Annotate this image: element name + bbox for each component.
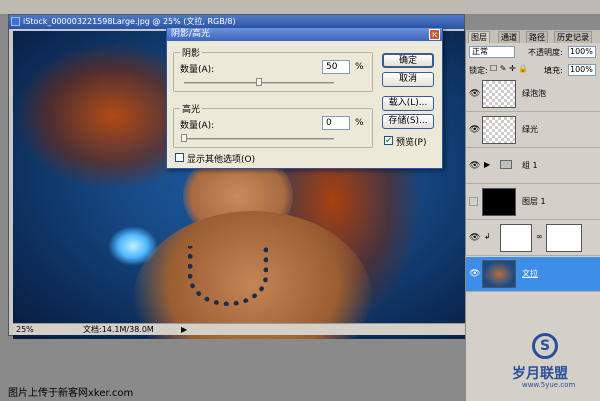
shadows-amount-input[interactable]: 50	[322, 60, 350, 74]
adjustment-thumbnail	[500, 224, 532, 252]
eye-icon[interactable]: 👁	[469, 161, 480, 171]
shadows-unit: %	[355, 62, 364, 72]
status-arrow-icon[interactable]: ▶	[181, 324, 187, 336]
group-expand-triangle-icon[interactable]: ▶	[484, 160, 490, 169]
blend-mode-select[interactable]: 正常	[469, 46, 515, 58]
photoshop-icon	[11, 17, 20, 26]
tab-channels[interactable]: 通道	[498, 31, 520, 43]
layer-thumbnail	[482, 260, 516, 288]
close-icon[interactable]: ×	[429, 29, 440, 40]
preview-label[interactable]: 预览(P)	[396, 135, 426, 148]
layer-row[interactable]: 👁 ↲ ∞	[466, 221, 600, 256]
clip-arrow-icon: ↲	[484, 232, 491, 241]
document-title: iStock_000003221598Large.jpg @ 25% (文拉, …	[23, 17, 236, 26]
save-button[interactable]: 存储(S)...	[382, 114, 434, 129]
shadows-group: 阴影 数量(A): 50 %	[173, 46, 373, 92]
layer-name: 绿光	[522, 125, 538, 134]
footer-caption: 图片上传于新客网xker.com	[8, 388, 134, 399]
doc-size-info[interactable]: 文档:14.1M/38.0M	[83, 324, 154, 336]
layer-row[interactable]: 👁 绿光	[466, 113, 600, 148]
glow-shape	[108, 226, 158, 266]
folder-icon	[500, 160, 512, 169]
layer-row[interactable]: 👁 ▶ 组 1	[466, 149, 600, 184]
layer-row[interactable]: 图层 1	[466, 185, 600, 220]
lock-label: 锁定:	[469, 66, 488, 75]
highlights-amount-input[interactable]: 0	[322, 116, 350, 130]
layer-name: 图层 1	[522, 197, 546, 206]
eye-icon[interactable]: 👁	[469, 89, 480, 99]
shadows-amount-label: 数量(A):	[180, 65, 215, 75]
dialog-title: 阴影/高光	[171, 29, 211, 39]
shadows-legend: 阴影	[180, 46, 203, 59]
layer-thumbnail	[482, 188, 516, 216]
opacity-label: 不透明度:	[528, 48, 563, 57]
layer-row[interactable]: 👁 绿泡泡	[466, 77, 600, 112]
preview-checkbox[interactable]: ✔	[384, 136, 393, 145]
load-button[interactable]: 载入(L)...	[382, 96, 434, 111]
highlights-group: 高光 数量(A): 0 %	[173, 102, 373, 148]
lock-icons[interactable]: ☐ ✎ ✛ 🔒	[490, 64, 528, 73]
show-more-options-checkbox[interactable]	[175, 153, 184, 162]
watermark-text: 岁月联盟	[512, 366, 568, 382]
mask-thumbnail	[546, 224, 582, 252]
eye-icon[interactable]: 👁	[469, 233, 480, 243]
chain-icon: ∞	[536, 232, 543, 241]
necklace-shape	[188, 246, 268, 306]
tab-history[interactable]: 历史记录	[554, 31, 592, 43]
tab-layers[interactable]: 图层	[468, 31, 490, 43]
layer-thumbnail	[482, 80, 516, 108]
layer-name: 绿泡泡	[522, 89, 546, 98]
highlights-unit: %	[355, 118, 364, 128]
layer-row-selected[interactable]: 👁 文拉	[466, 257, 600, 292]
application-top-strip	[0, 0, 600, 14]
dialog-titlebar[interactable]: 阴影/高光 ×	[167, 28, 442, 41]
opacity-input[interactable]: 100%	[568, 46, 596, 58]
highlights-legend: 高光	[180, 102, 203, 115]
panel-tabs: 图层 通道 路径 历史记录	[466, 30, 600, 43]
show-more-options-label[interactable]: 显示其他选项(O)	[187, 152, 255, 165]
highlights-amount-label: 数量(A):	[180, 121, 215, 131]
zoom-level[interactable]: 25%	[16, 324, 34, 336]
ok-button[interactable]: 确定	[382, 53, 434, 68]
tab-paths[interactable]: 路径	[526, 31, 548, 43]
visibility-box[interactable]	[469, 197, 478, 206]
blend-mode-value: 正常	[472, 47, 488, 56]
watermark-url: www.5yue.com	[522, 381, 576, 389]
fill-label: 填充:	[544, 66, 563, 75]
shadows-slider-thumb[interactable]	[256, 78, 262, 86]
highlights-slider-track[interactable]	[184, 138, 334, 140]
shadow-highlight-dialog: 阴影/高光 × 阴影 数量(A): 50 % 高光 数量(A): 0 % 显示其…	[166, 27, 443, 169]
eye-icon[interactable]: 👁	[469, 269, 480, 279]
fill-input[interactable]: 100%	[568, 64, 596, 76]
watermark-logo: S 岁月联盟 www.5yue.com	[502, 333, 592, 393]
document-statusbar: 25% 文档:14.1M/38.0M ▶	[13, 323, 465, 335]
cancel-button[interactable]: 取消	[382, 72, 434, 87]
layer-name: 组 1	[522, 161, 538, 170]
highlights-slider-thumb[interactable]	[181, 134, 187, 142]
eye-icon[interactable]: 👁	[469, 125, 480, 135]
layer-thumbnail	[482, 116, 516, 144]
watermark-emblem-icon: S	[532, 333, 558, 359]
layer-name: 文拉	[522, 269, 538, 278]
